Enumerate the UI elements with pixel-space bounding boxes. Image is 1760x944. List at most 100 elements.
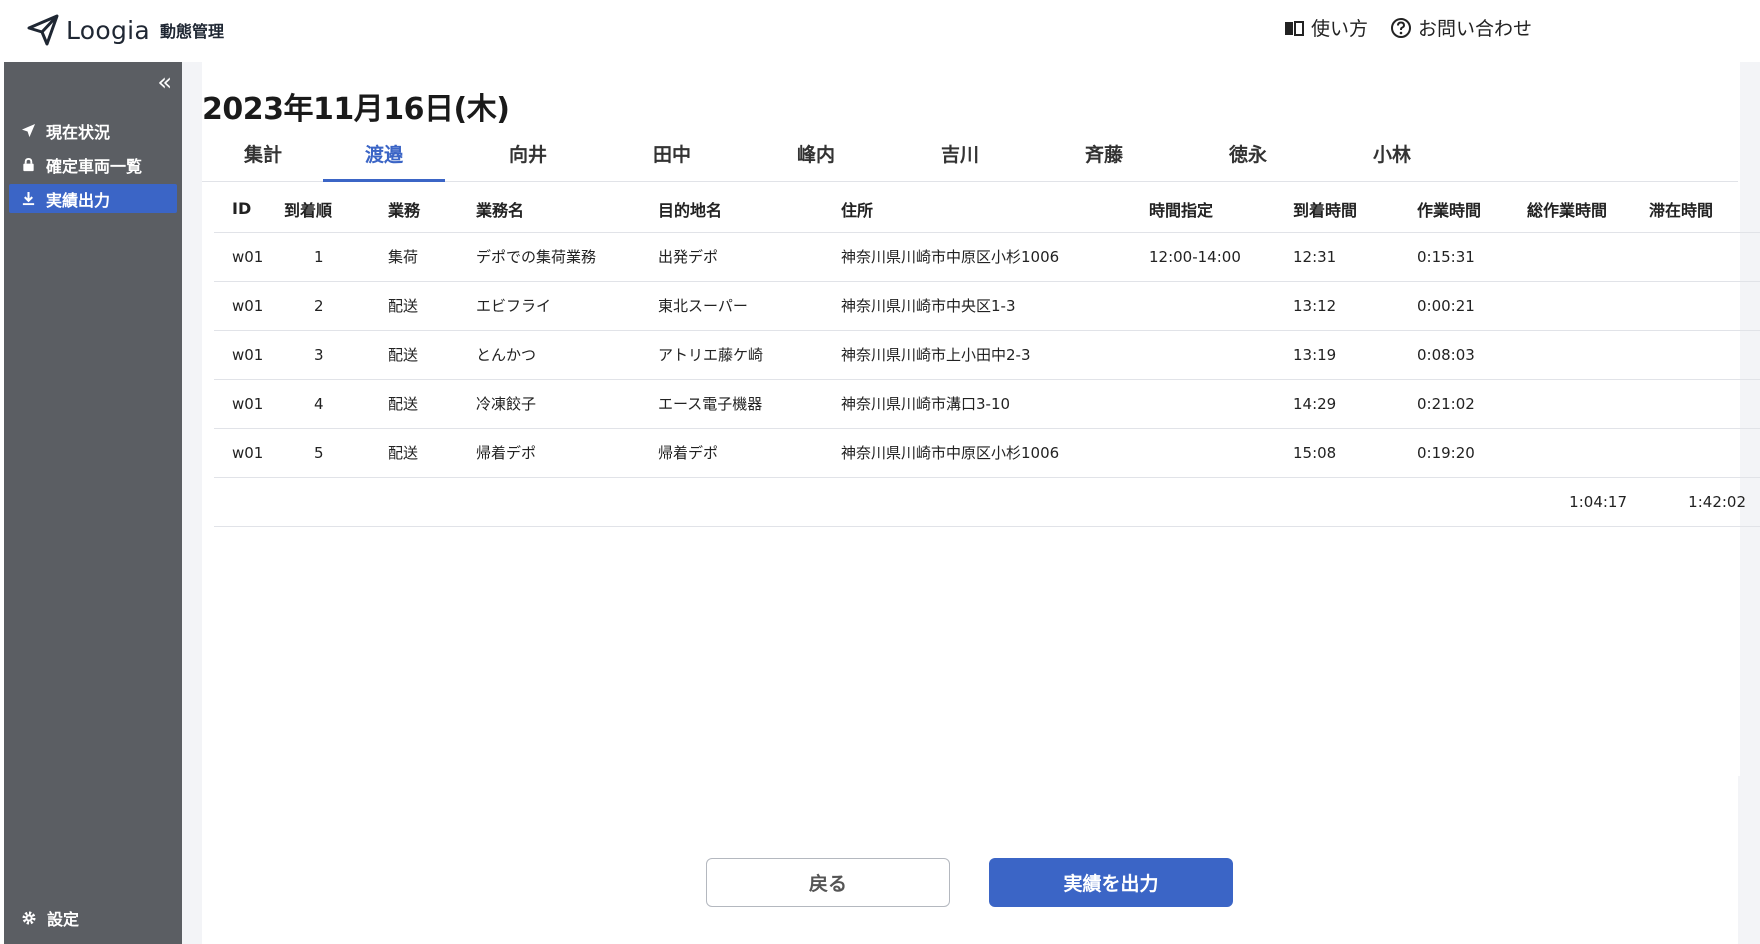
column-header: 到着順 xyxy=(284,186,388,233)
table-row: w01 2 配送 エビフライ 東北スーパー 神奈川県川崎市中央区1-3 13:1… xyxy=(214,281,1760,331)
tab-summary[interactable]: 集計 xyxy=(202,140,324,182)
cell-arrival-time: 13:12 xyxy=(1293,281,1417,331)
table-row: w01 1 集荷 デポでの集荷業務 出発デポ 神奈川県川崎市中原区小杉1006 … xyxy=(214,232,1760,282)
settings-label: 設定 xyxy=(47,910,80,929)
page-title: 2023年11月16日(木) xyxy=(202,92,510,127)
cell-order: 5 xyxy=(284,428,388,478)
cell-task-name: とんかつ xyxy=(476,330,658,380)
sidebar-item-results-export[interactable]: 実績出力 xyxy=(9,184,177,213)
help-link-label: 使い方 xyxy=(1310,18,1368,40)
cell-arrival-time: 13:19 xyxy=(1293,330,1417,380)
cell-stay-time xyxy=(1649,379,1760,429)
cell-task: 集荷 xyxy=(388,232,476,282)
column-header: ID xyxy=(214,186,284,233)
cell-id: w01 xyxy=(214,281,284,331)
table-row: w01 4 配送 冷凍餃子 エース電子機器 神奈川県川崎市溝口3-10 14:2… xyxy=(214,379,1760,429)
cell-arrival-time: 14:29 xyxy=(1293,379,1417,429)
column-header: 業務名 xyxy=(476,186,658,233)
header-links: 使い方 お問い合わせ xyxy=(1283,14,1532,41)
contact-link-label: お問い合わせ xyxy=(1417,18,1532,40)
cell-time-window xyxy=(1149,379,1293,429)
sidebar-item-current-status[interactable]: 現在状況 xyxy=(9,116,177,145)
tab-mineuchi[interactable]: 峰内 xyxy=(755,140,877,182)
driver-tabs: 集計 渡邉 向井 田中 峰内 吉川 斉藤 徳永 小林 xyxy=(202,132,1738,182)
table-row: w01 3 配送 とんかつ アトリエ藤ケ崎 神奈川県川崎市上小田中2-3 13:… xyxy=(214,330,1760,380)
sidebar-item-label: 現在状況 xyxy=(46,122,111,142)
logo-text: Loogia xyxy=(66,15,151,45)
logo[interactable]: Loogia 動態管理 xyxy=(26,10,224,50)
cell-work-time: 0:08:03 xyxy=(1417,330,1527,380)
lock-icon xyxy=(23,157,34,172)
cell-stay-time xyxy=(1649,281,1760,331)
download-icon xyxy=(22,191,35,206)
book-icon xyxy=(1284,20,1304,36)
tab-watanabe[interactable]: 渡邉 xyxy=(323,140,445,182)
scrollbar-track[interactable] xyxy=(1738,776,1760,944)
cell-work-time: 0:15:31 xyxy=(1417,232,1527,282)
paper-plane-logo-icon xyxy=(27,14,59,46)
column-header: 総作業時間 xyxy=(1527,186,1649,233)
tab-tanaka[interactable]: 田中 xyxy=(611,140,733,182)
cell-id: w01 xyxy=(214,428,284,478)
tab-kobayashi[interactable]: 小林 xyxy=(1331,140,1453,182)
cell-destination: 出発デポ xyxy=(658,232,841,282)
cell-id: w01 xyxy=(214,379,284,429)
logo-subtitle: 動態管理 xyxy=(160,22,225,41)
cell-time-window xyxy=(1149,428,1293,478)
column-header: 滞在時間 xyxy=(1649,186,1760,233)
cell-work-time: 0:00:21 xyxy=(1417,281,1527,331)
cell-order: 4 xyxy=(284,379,388,429)
cell-address: 神奈川県川崎市中央区1-3 xyxy=(841,281,1149,331)
collapse-sidebar-icon[interactable]: « xyxy=(157,70,172,94)
column-header: 目的地名 xyxy=(658,186,841,233)
help-link[interactable]: 使い方 xyxy=(1283,14,1368,41)
cell-stay-time xyxy=(1649,232,1760,282)
cell-arrival-time: 12:31 xyxy=(1293,232,1417,282)
cell-work-time: 0:21:02 xyxy=(1417,379,1527,429)
tab-mukai[interactable]: 向井 xyxy=(467,140,589,182)
sidebar-item-label: 確定車両一覧 xyxy=(46,156,143,176)
cell-destination: アトリエ藤ケ崎 xyxy=(658,330,841,380)
cell-task-name: エビフライ xyxy=(476,281,658,331)
cell-task-name: デポでの集荷業務 xyxy=(476,232,658,282)
sidebar-item-settings[interactable]: 設定 xyxy=(21,906,79,930)
back-button[interactable]: 戻る xyxy=(706,858,950,907)
contact-link[interactable]: お問い合わせ xyxy=(1390,14,1532,41)
cell-total-work-time xyxy=(1527,428,1649,478)
cell-address: 神奈川県川崎市中原区小杉1006 xyxy=(841,232,1149,282)
column-header: 時間指定 xyxy=(1149,186,1293,233)
cell-destination: 帰着デポ xyxy=(658,428,841,478)
cell-destination: 東北スーパー xyxy=(658,281,841,331)
cell-time-window: 12:00-14:00 xyxy=(1149,232,1293,282)
column-header: 作業時間 xyxy=(1417,186,1527,233)
tab-yoshikawa[interactable]: 吉川 xyxy=(899,140,1021,182)
sidebar: « 現在状況 確定車両一覧 実績出力 設定 xyxy=(4,62,182,944)
cell-total-work-time xyxy=(1527,379,1649,429)
results-table: ID 到着順 業務 業務名 目的地名 住所 時間指定 到着時間 作業時間 総作業… xyxy=(214,186,1760,527)
cell-arrival-time: 15:08 xyxy=(1293,428,1417,478)
cell-total-work-time xyxy=(1527,330,1649,380)
total-stay-time-value: 1:42:02 xyxy=(1649,477,1760,527)
app-header: Loogia 動態管理 使い方 お問い合わせ xyxy=(0,0,1760,60)
column-header: 住所 xyxy=(841,186,1149,233)
cell-work-time: 0:19:20 xyxy=(1417,428,1527,478)
column-header: 業務 xyxy=(388,186,476,233)
totals-spacer xyxy=(214,477,1527,527)
cell-time-window xyxy=(1149,330,1293,380)
tab-saito[interactable]: 斉藤 xyxy=(1043,140,1165,182)
cell-task: 配送 xyxy=(388,330,476,380)
sidebar-nav: 現在状況 確定車両一覧 実績出力 xyxy=(9,116,177,218)
tab-tokunaga[interactable]: 徳永 xyxy=(1187,140,1309,182)
table-header-row: ID 到着順 業務 業務名 目的地名 住所 時間指定 到着時間 作業時間 総作業… xyxy=(214,186,1760,233)
sidebar-item-label: 実績出力 xyxy=(46,190,111,210)
cell-order: 1 xyxy=(284,232,388,282)
export-results-button[interactable]: 実績を出力 xyxy=(989,858,1233,907)
cell-address: 神奈川県川崎市溝口3-10 xyxy=(841,379,1149,429)
cell-destination: エース電子機器 xyxy=(658,379,841,429)
table-totals-row: 1:04:17 1:42:02 xyxy=(214,477,1760,527)
cell-task: 配送 xyxy=(388,281,476,331)
cell-task-name: 帰着デポ xyxy=(476,428,658,478)
cell-id: w01 xyxy=(214,330,284,380)
cell-id: w01 xyxy=(214,232,284,282)
sidebar-item-confirmed-vehicles[interactable]: 確定車両一覧 xyxy=(9,150,177,179)
